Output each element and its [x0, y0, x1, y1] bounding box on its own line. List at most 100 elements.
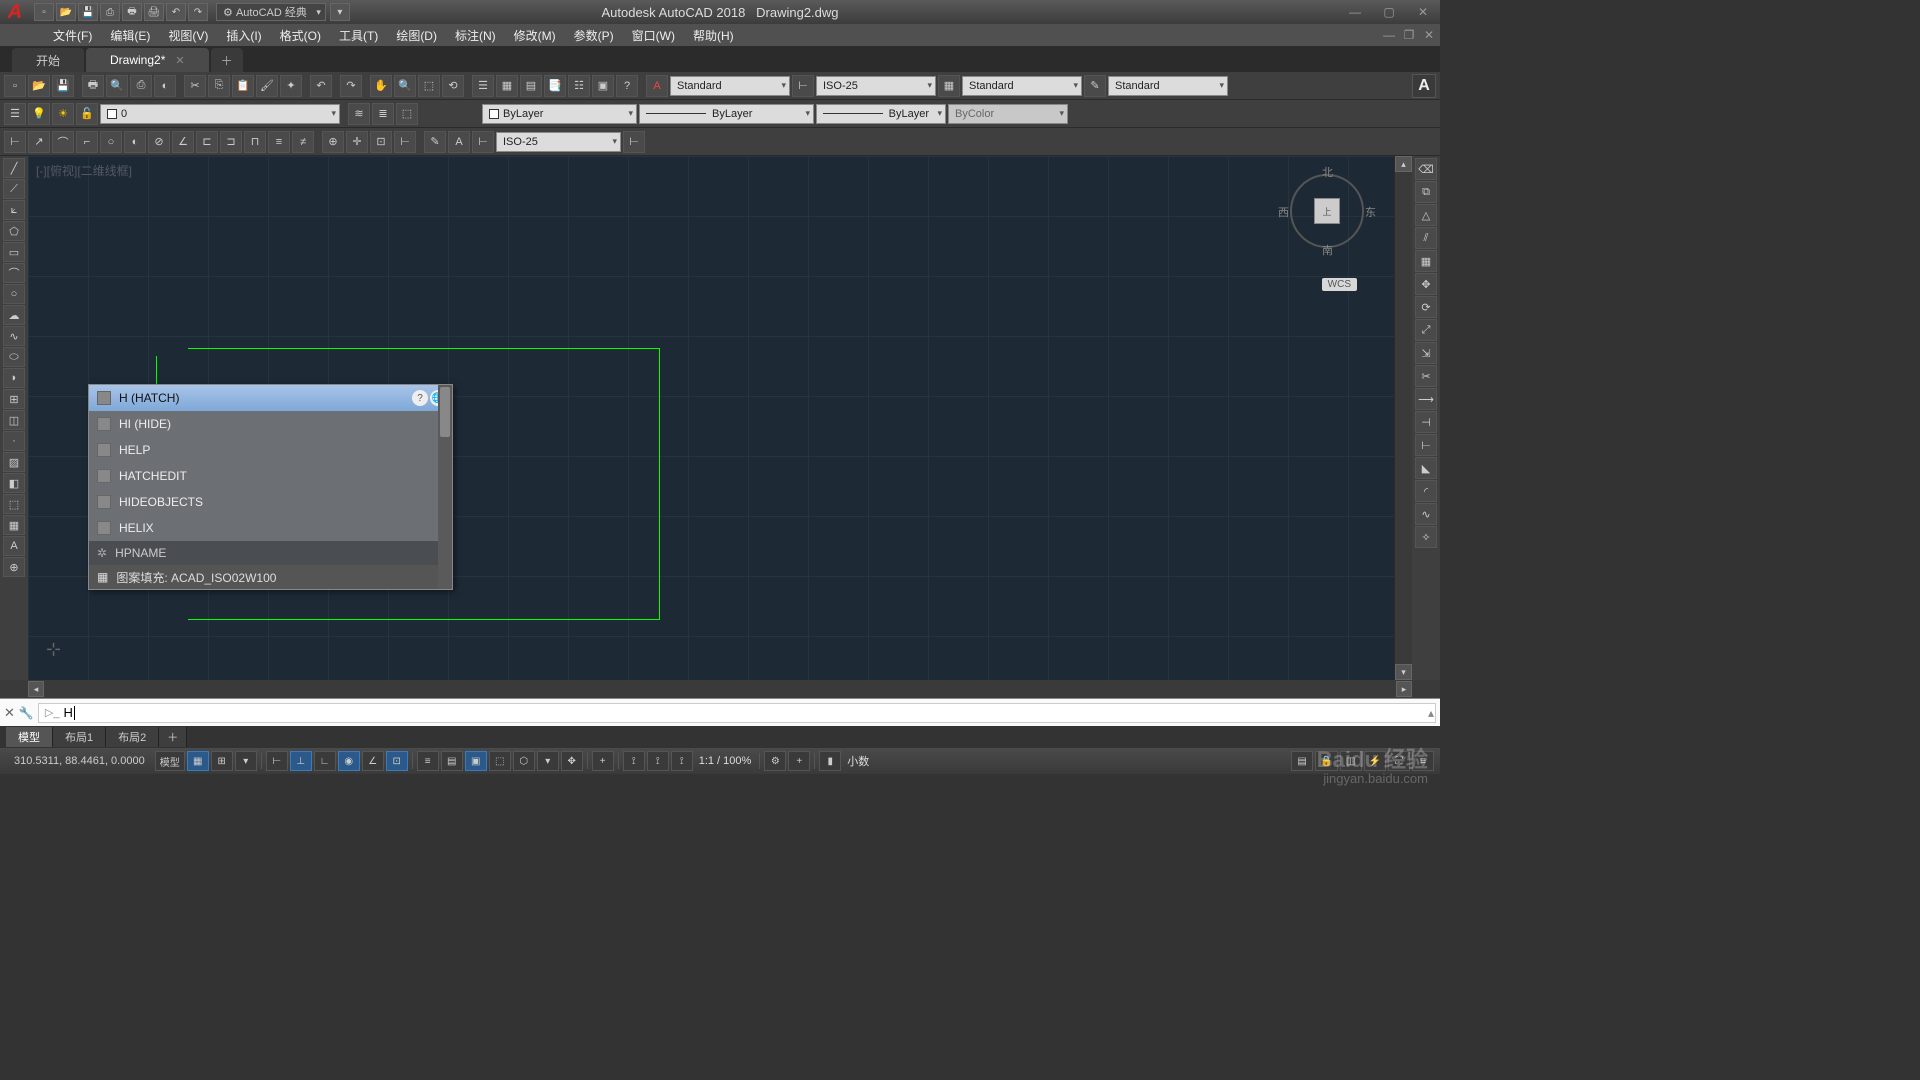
- arc-icon[interactable]: ⌒: [3, 263, 25, 283]
- blend-icon[interactable]: ∿: [1415, 503, 1437, 525]
- dynucs-toggle[interactable]: ⬡: [513, 751, 535, 771]
- compass-west[interactable]: 西: [1278, 204, 1289, 220]
- tolerance-icon[interactable]: ⊕: [322, 131, 344, 153]
- viewcube-top-face[interactable]: 上: [1314, 198, 1340, 224]
- cmdline-history-icon[interactable]: ▴: [1428, 706, 1434, 720]
- mleaderstyle-dropdown[interactable]: Standard: [1108, 76, 1228, 96]
- region-icon[interactable]: ⬚: [3, 494, 25, 514]
- help-icon[interactable]: ?: [616, 75, 638, 97]
- matchprop-icon[interactable]: 🖌: [256, 75, 278, 97]
- point-icon[interactable]: ·: [3, 431, 25, 451]
- laymcur-icon[interactable]: ≣: [372, 103, 394, 125]
- open-icon[interactable]: 📂: [56, 3, 76, 21]
- ac-item-hatch[interactable]: H (HATCH) ?🌐: [89, 385, 452, 411]
- quickprops-icon[interactable]: ▤: [1291, 751, 1313, 771]
- diminspect-icon[interactable]: ⊡: [370, 131, 392, 153]
- linetype-dropdown[interactable]: ByLayer: [639, 104, 814, 124]
- undo2-icon[interactable]: ↶: [310, 75, 332, 97]
- save2-icon[interactable]: 💾: [52, 75, 74, 97]
- markup-icon[interactable]: ☷: [568, 75, 590, 97]
- maximize-button[interactable]: ▢: [1372, 1, 1406, 23]
- ac-item-hideobjects[interactable]: HIDEOBJECTS: [89, 489, 452, 515]
- ellipsearc-icon[interactable]: ◗: [3, 368, 25, 388]
- redo2-icon[interactable]: ↷: [340, 75, 362, 97]
- xline-icon[interactable]: ⟋: [3, 179, 25, 199]
- doc-minimize-button[interactable]: —: [1380, 27, 1398, 43]
- menu-modify[interactable]: 修改(M): [506, 25, 564, 46]
- dimdiameter-icon[interactable]: ⊘: [148, 131, 170, 153]
- ac-item-hatchedit[interactable]: HATCHEDIT: [89, 463, 452, 489]
- new-icon[interactable]: ▫: [34, 3, 54, 21]
- array-icon[interactable]: ▦: [1415, 250, 1437, 272]
- line-icon[interactable]: ╱: [3, 158, 25, 178]
- blockeditor-icon[interactable]: ✦: [280, 75, 302, 97]
- dimordinate-icon[interactable]: ⌐: [76, 131, 98, 153]
- doc-close-button[interactable]: ✕: [1420, 27, 1438, 43]
- plotstyle-dropdown[interactable]: ByColor: [948, 104, 1068, 124]
- pline-icon[interactable]: ⟀: [3, 200, 25, 220]
- ac-item-hide[interactable]: HI (HIDE): [89, 411, 452, 437]
- selcycle-toggle[interactable]: ▣: [465, 751, 487, 771]
- join-icon[interactable]: ⊢: [1415, 434, 1437, 456]
- move-icon[interactable]: ✥: [1415, 273, 1437, 295]
- viewport-label[interactable]: [-][俯视][二维线框]: [36, 162, 132, 179]
- circle-icon[interactable]: ○: [3, 284, 25, 304]
- help-qmark-icon[interactable]: ?: [412, 390, 428, 406]
- dimbaseline-icon[interactable]: ⊐: [220, 131, 242, 153]
- open2-icon[interactable]: 📂: [28, 75, 50, 97]
- dimangular-icon[interactable]: ∠: [172, 131, 194, 153]
- viewcube[interactable]: 上 北 南 东 西: [1282, 166, 1372, 256]
- stretch-icon[interactable]: ⇲: [1415, 342, 1437, 364]
- erase-icon[interactable]: ⌫: [1415, 158, 1437, 180]
- annotation-a-icon[interactable]: A: [1412, 74, 1436, 98]
- lockui-icon[interactable]: 🔒: [1315, 751, 1337, 771]
- workspace-dropdown[interactable]: ⚙ AutoCAD 经典: [216, 3, 326, 21]
- layer-freeze-icon[interactable]: ☀: [52, 103, 74, 125]
- menu-file[interactable]: 文件(F): [45, 25, 100, 46]
- osnap-toggle[interactable]: ⊡: [386, 751, 408, 771]
- zoomwin-icon[interactable]: ⬚: [418, 75, 440, 97]
- workspace-switch-icon[interactable]: ⚙: [764, 751, 786, 771]
- rotate-icon[interactable]: ⟳: [1415, 296, 1437, 318]
- offset-icon[interactable]: ⫽: [1415, 227, 1437, 249]
- gradient-icon[interactable]: ◧: [3, 473, 25, 493]
- doc-restore-button[interactable]: ❐: [1400, 27, 1418, 43]
- cut-icon[interactable]: ✂: [184, 75, 206, 97]
- tab-drawing2[interactable]: Drawing2*✕: [86, 48, 209, 72]
- lineweight-toggle[interactable]: ≡: [417, 751, 439, 771]
- break-icon[interactable]: ⊣: [1415, 411, 1437, 433]
- undo-icon[interactable]: ↶: [166, 3, 186, 21]
- menu-parametric[interactable]: 参数(P): [566, 25, 622, 46]
- extend-icon[interactable]: ⟶: [1415, 388, 1437, 410]
- dcenter-icon[interactable]: ▦: [496, 75, 518, 97]
- zoom-icon[interactable]: 🔍: [394, 75, 416, 97]
- layout-tab-1[interactable]: 布局1: [53, 727, 106, 747]
- minimize-button[interactable]: —: [1338, 1, 1372, 23]
- dimcontinue-icon[interactable]: ⊓: [244, 131, 266, 153]
- annoscale-icon[interactable]: ⟟: [623, 751, 645, 771]
- scale-icon[interactable]: ⤢: [1415, 319, 1437, 341]
- addselected-icon[interactable]: ⊕: [3, 557, 25, 577]
- hardware-accel-icon[interactable]: ⚡: [1364, 751, 1386, 771]
- tab-start[interactable]: 开始: [12, 48, 84, 72]
- scroll-left-icon[interactable]: ◂: [28, 681, 44, 697]
- sheetset-icon[interactable]: 📑: [544, 75, 566, 97]
- mleaderstyle-icon[interactable]: ✎: [1084, 75, 1106, 97]
- menu-tools[interactable]: 工具(T): [331, 25, 386, 46]
- menu-dimension[interactable]: 标注(N): [447, 25, 504, 46]
- ac-recent-row[interactable]: ▦图案填充: ACAD_ISO02W100: [89, 565, 452, 589]
- dimarc-icon[interactable]: ⌒: [52, 131, 74, 153]
- ellipse-icon[interactable]: ⬭: [3, 347, 25, 367]
- transparency-toggle[interactable]: ▤: [441, 751, 463, 771]
- menu-window[interactable]: 窗口(W): [624, 25, 683, 46]
- save-icon[interactable]: 💾: [78, 3, 98, 21]
- dimspace-icon[interactable]: ≡: [268, 131, 290, 153]
- insert-icon[interactable]: ⊞: [3, 389, 25, 409]
- chamfer-icon[interactable]: ◣: [1415, 457, 1437, 479]
- qdim-icon[interactable]: ⊏: [196, 131, 218, 153]
- toolpalette-icon[interactable]: ▤: [520, 75, 542, 97]
- pan-icon[interactable]: ✋: [370, 75, 392, 97]
- layerp-icon[interactable]: ≋: [348, 103, 370, 125]
- annotation-monitor-icon[interactable]: +: [788, 751, 810, 771]
- compass-south[interactable]: 南: [1322, 242, 1333, 258]
